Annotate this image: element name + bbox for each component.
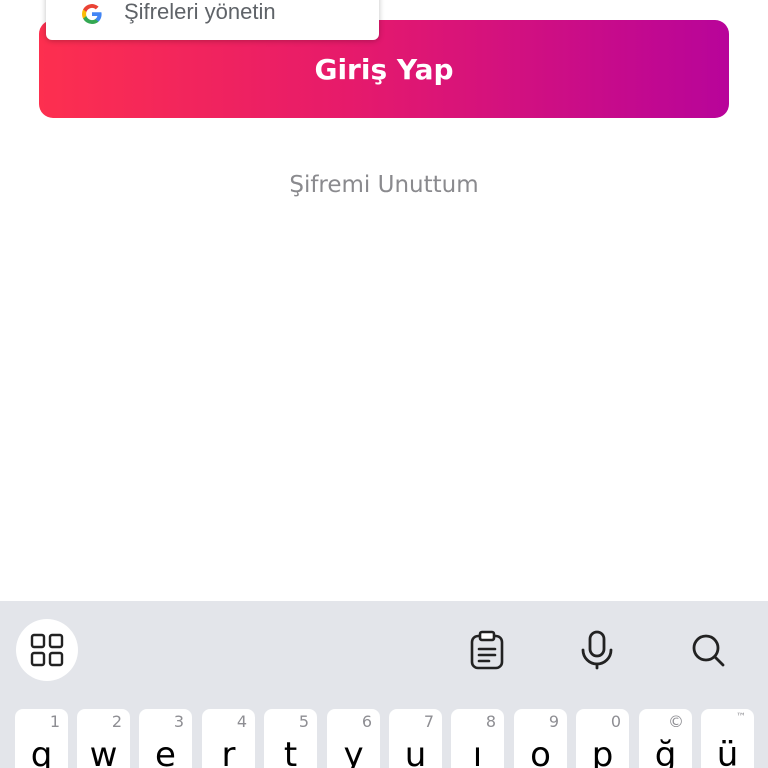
key-letter: ü	[716, 735, 739, 768]
key-hint: 9	[548, 712, 559, 731]
key-hint: 2	[111, 712, 122, 731]
key-w[interactable]: 2 w	[77, 709, 130, 768]
apps-grid-button[interactable]	[16, 619, 78, 681]
password-manager-popup[interactable]: Şifreleri yönetin	[46, 0, 379, 40]
key-letter: y	[343, 735, 364, 768]
key-u[interactable]: 7 u	[389, 709, 442, 768]
popup-label: Şifreleri yönetin	[124, 0, 276, 24]
key-hint: 3	[173, 712, 184, 731]
key-letter: q	[30, 735, 53, 768]
key-letter: w	[89, 735, 118, 768]
microphone-button[interactable]	[566, 619, 628, 681]
key-q[interactable]: 1 q	[15, 709, 68, 768]
key-hint: 0	[610, 712, 621, 731]
key-g-breve[interactable]: © ğ	[639, 709, 692, 768]
key-y[interactable]: 6 y	[327, 709, 380, 768]
search-button[interactable]	[677, 619, 739, 681]
key-dotless-i[interactable]: 8 ı	[451, 709, 504, 768]
key-u-umlaut[interactable]: ™ ü	[701, 709, 754, 768]
key-o[interactable]: 9 o	[514, 709, 567, 768]
key-letter: o	[530, 735, 551, 768]
search-icon	[692, 634, 725, 667]
key-hint: 7	[423, 712, 434, 731]
key-hint: 4	[236, 712, 247, 731]
key-letter: t	[283, 735, 298, 768]
key-hint: 8	[485, 712, 496, 731]
key-hint: 1	[49, 712, 60, 731]
key-letter: p	[591, 735, 614, 768]
key-hint: ™	[736, 712, 746, 723]
key-p[interactable]: 0 p	[576, 709, 629, 768]
key-letter: ğ	[654, 735, 677, 768]
key-letter: u	[404, 735, 427, 768]
key-letter: e	[155, 735, 176, 768]
keyboard: 1 q 2 w 3 e 4 r 5 t 6 y 7 u 8 ı 9 o 0 p …	[0, 601, 768, 768]
clipboard-button[interactable]	[456, 619, 518, 681]
key-t[interactable]: 5 t	[264, 709, 317, 768]
key-e[interactable]: 3 e	[139, 709, 192, 768]
apps-grid-icon	[30, 633, 64, 667]
login-screen: Şifreleri yönetin Giriş Yap Şifremi Unut…	[0, 0, 768, 768]
key-hint: ©	[668, 712, 684, 731]
clipboard-icon	[470, 630, 504, 670]
key-letter: r	[221, 735, 236, 768]
forgot-password-link[interactable]: Şifremi Unuttum	[0, 172, 768, 198]
microphone-icon	[581, 630, 613, 670]
key-hint: 6	[361, 712, 372, 731]
key-r[interactable]: 4 r	[202, 709, 255, 768]
key-letter: ı	[472, 735, 483, 768]
google-g-icon	[81, 4, 102, 25]
key-hint: 5	[298, 712, 309, 731]
